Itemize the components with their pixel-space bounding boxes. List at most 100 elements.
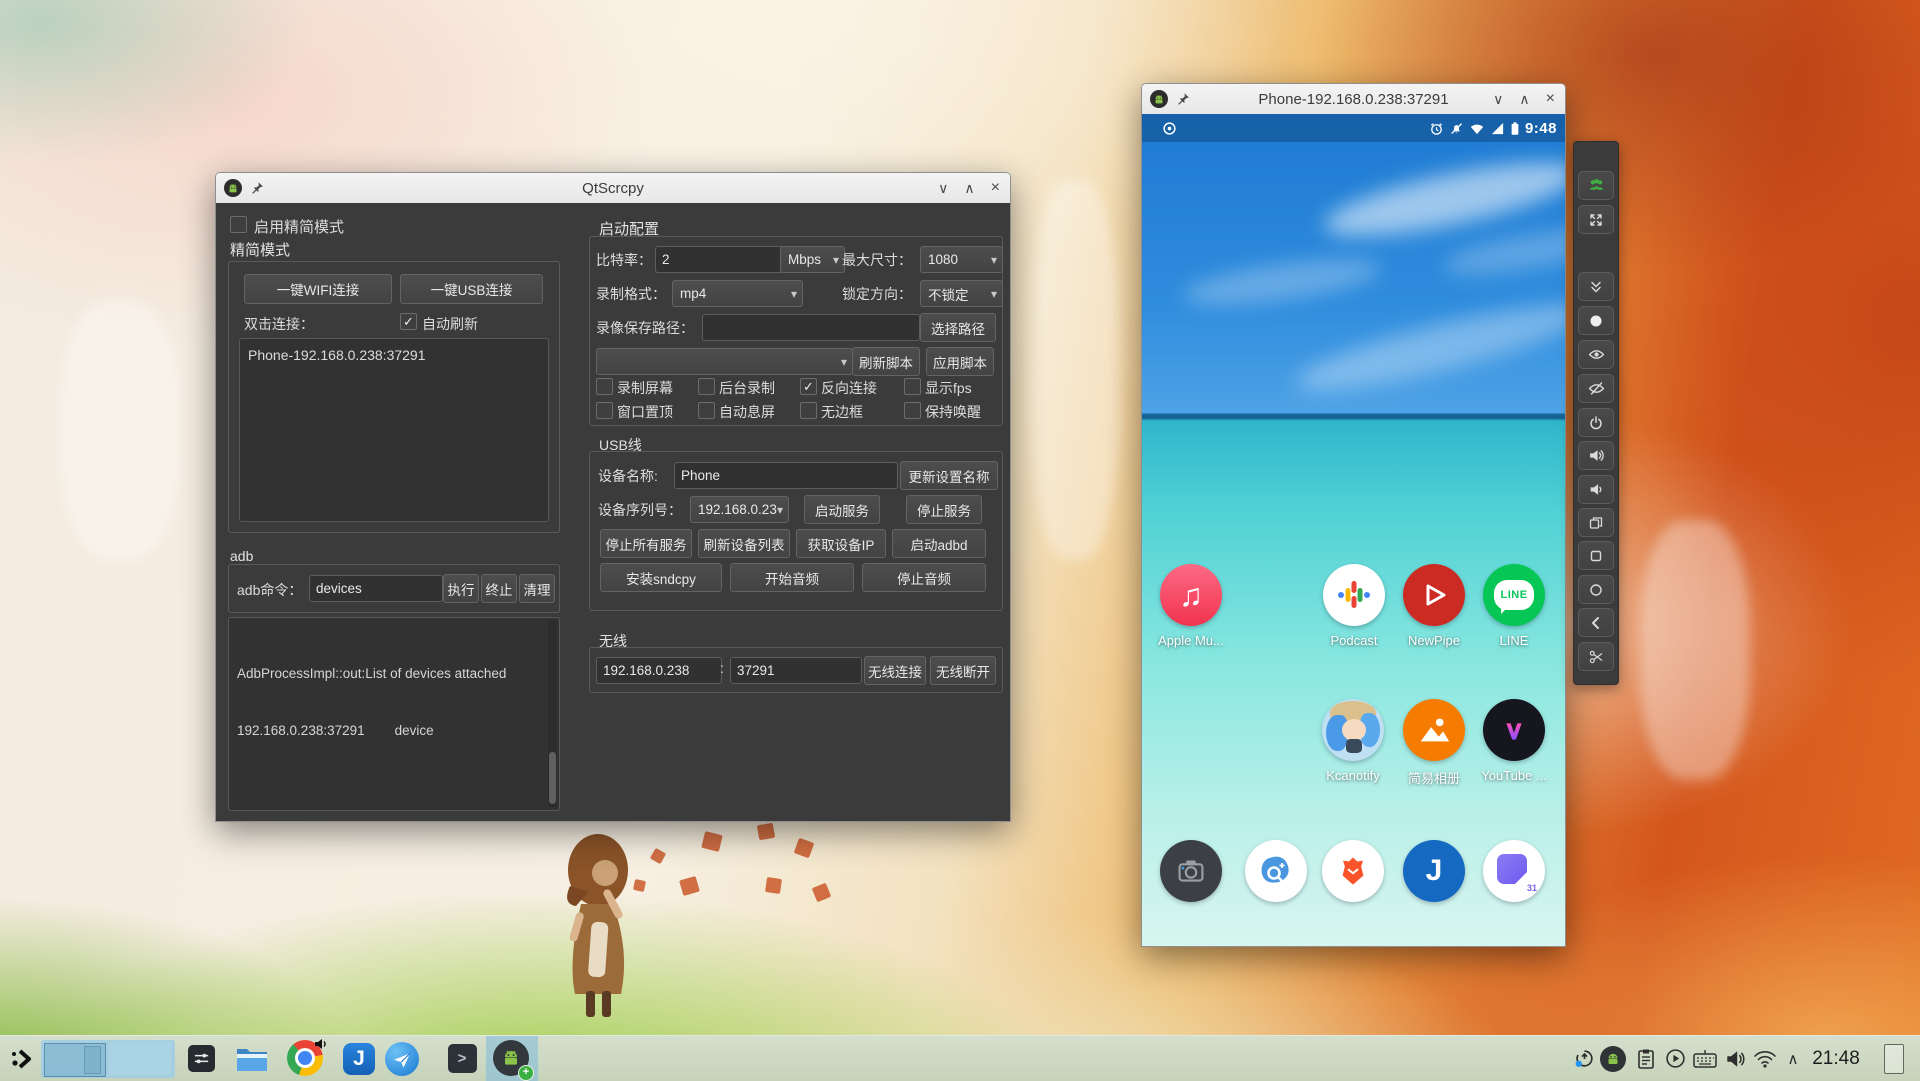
reverse-connect-checkbox[interactable] (800, 378, 817, 395)
tray-expand-chevron[interactable]: ∧ (1781, 1036, 1805, 1081)
dock-brave[interactable] (1311, 840, 1395, 902)
power-button[interactable] (1578, 408, 1614, 437)
dock-calendar[interactable]: 31 (1472, 840, 1556, 902)
app-podcast[interactable]: Podcast (1312, 564, 1396, 648)
minimize-icon[interactable]: ∨ (1493, 92, 1503, 106)
taskbar-settings-app[interactable] (186, 1036, 216, 1081)
bitrate-input[interactable]: 2 (655, 246, 785, 273)
tray-media-player-icon[interactable] (1662, 1036, 1688, 1081)
qtscrcpy-titlebar[interactable]: QtScrcpy ∨ ∧ × (216, 173, 1010, 204)
phone-screen[interactable]: 9:48 ♫ Apple Mu... Podcast NewPipe LINE (1142, 114, 1565, 946)
install-sndcpy-button[interactable]: 安装sndcpy (600, 563, 722, 592)
show-desktop-button[interactable] (1882, 1036, 1906, 1081)
screen-off-button[interactable] (1578, 374, 1614, 403)
auto-screen-off-checkbox[interactable] (698, 402, 715, 419)
taskbar-blue-circle-app[interactable] (382, 1036, 422, 1081)
fullscreen-button[interactable] (1578, 205, 1614, 234)
device-list[interactable]: Phone-192.168.0.238:37291 (239, 338, 549, 522)
start-audio-button[interactable]: 开始音频 (730, 563, 854, 592)
app-line[interactable]: LINE LINE (1472, 564, 1556, 648)
screenshot-button[interactable] (1578, 642, 1614, 671)
wifi-connect-button[interactable]: 一键WIFI连接 (244, 274, 392, 304)
dock-search-app[interactable] (1234, 840, 1318, 902)
phone-titlebar[interactable]: Phone-192.168.0.238:37291 ∨ ∧ × (1142, 84, 1565, 115)
tray-update-icon[interactable] (1571, 1036, 1597, 1081)
adb-exec-button[interactable]: 执行 (443, 574, 479, 603)
tray-keyboard-icon[interactable] (1690, 1036, 1720, 1081)
taskbar-clock[interactable]: 21:48 (1806, 1036, 1866, 1081)
script-combo[interactable] (596, 348, 853, 375)
lock-orientation-combo[interactable]: 不锁定 (920, 280, 1003, 307)
desktop-1-cell[interactable] (44, 1043, 106, 1077)
screen-on-button[interactable] (1578, 340, 1614, 369)
record-screen-checkbox[interactable] (596, 378, 613, 395)
taskbar-chrome[interactable] (284, 1036, 328, 1081)
app-apple-music[interactable]: ♫ Apple Mu... (1149, 564, 1233, 648)
app-newpipe[interactable]: NewPipe (1392, 564, 1476, 648)
start-adbd-button[interactable]: 启动adbd (892, 529, 986, 558)
auto-refresh-checkbox[interactable] (400, 313, 417, 330)
expand-notification-button[interactable] (1578, 272, 1614, 301)
record-path-input[interactable] (702, 314, 920, 341)
stop-all-services-button[interactable]: 停止所有服务 (600, 529, 692, 558)
virtual-desktop-pager[interactable] (41, 1036, 175, 1081)
refresh-script-button[interactable]: 刷新脚本 (852, 347, 920, 376)
show-fps-checkbox[interactable] (904, 378, 921, 395)
bitrate-unit-combo[interactable]: Mbps (780, 246, 845, 273)
adb-cmd-input[interactable]: devices (309, 575, 443, 602)
app-youtube-vanced[interactable]: YouTube ... (1472, 699, 1556, 783)
pin-icon[interactable] (250, 181, 264, 195)
wireless-port-input[interactable]: 37291 (730, 657, 862, 684)
group-control-button[interactable] (1578, 171, 1614, 200)
wireless-ip-input[interactable]: 192.168.0.238 (596, 657, 722, 684)
tray-wifi-icon[interactable] (1751, 1036, 1779, 1081)
menu-button[interactable] (1578, 541, 1614, 570)
background-record-checkbox[interactable] (698, 378, 715, 395)
stop-service-button[interactable]: 停止服务 (906, 495, 982, 524)
log-scrollbar-thumb[interactable] (549, 752, 556, 804)
app-switch-button[interactable] (1578, 508, 1614, 537)
maximize-icon[interactable]: ∧ (964, 181, 974, 195)
refresh-device-list-button[interactable]: 刷新设备列表 (698, 529, 790, 558)
dock-camera[interactable] (1149, 840, 1233, 902)
stop-audio-button[interactable]: 停止音频 (862, 563, 986, 592)
desktop-2-cell[interactable] (109, 1043, 171, 1075)
enable-simple-mode-checkbox[interactable] (230, 216, 247, 233)
volume-down-button[interactable] (1578, 475, 1614, 504)
adb-stop-button[interactable]: 终止 (481, 574, 517, 603)
usb-connect-button[interactable]: 一键USB连接 (400, 274, 543, 304)
taskbar-qtscrcpy-active[interactable]: + (486, 1036, 538, 1081)
taskbar-file-manager[interactable] (233, 1036, 271, 1081)
wireless-connect-button[interactable]: 无线连接 (864, 656, 926, 685)
taskbar-terminal[interactable]: > (444, 1036, 480, 1081)
device-list-item[interactable]: Phone-192.168.0.238:37291 (248, 347, 556, 363)
apply-script-button[interactable]: 应用脚本 (926, 347, 994, 376)
dock-j-app[interactable]: J (1392, 840, 1476, 902)
max-size-combo[interactable]: 1080 (920, 246, 1003, 273)
frameless-checkbox[interactable] (800, 402, 817, 419)
start-service-button[interactable]: 启动服务 (804, 495, 880, 524)
close-icon[interactable]: × (991, 180, 1000, 196)
wireless-disconnect-button[interactable]: 无线断开 (930, 656, 996, 685)
pin-icon[interactable] (1176, 92, 1190, 106)
always-on-top-checkbox[interactable] (596, 402, 613, 419)
update-name-button[interactable]: 更新设置名称 (900, 461, 998, 490)
close-icon[interactable]: × (1546, 91, 1555, 107)
serial-combo[interactable]: 192.168.0.23 (690, 496, 789, 523)
home-button[interactable] (1578, 575, 1614, 604)
adb-clear-button[interactable]: 清理 (519, 574, 555, 603)
get-device-ip-button[interactable]: 获取设备IP (796, 529, 886, 558)
tray-clipboard-icon[interactable] (1633, 1036, 1659, 1081)
device-name-input[interactable]: Phone (674, 462, 898, 489)
minimize-icon[interactable]: ∨ (938, 181, 948, 195)
tray-android-icon[interactable] (1598, 1036, 1628, 1081)
format-combo[interactable]: mp4 (672, 280, 803, 307)
taskbar-j-app[interactable]: J (340, 1036, 378, 1081)
choose-path-button[interactable]: 选择路径 (920, 313, 996, 342)
adb-log-box[interactable]: AdbProcessImpl::out:List of devices atta… (228, 617, 560, 811)
touch-button[interactable] (1578, 306, 1614, 335)
maximize-icon[interactable]: ∧ (1519, 92, 1529, 106)
keep-awake-checkbox[interactable] (904, 402, 921, 419)
app-kcanotify[interactable]: Kcanotify (1311, 699, 1395, 783)
volume-up-button[interactable] (1578, 441, 1614, 470)
